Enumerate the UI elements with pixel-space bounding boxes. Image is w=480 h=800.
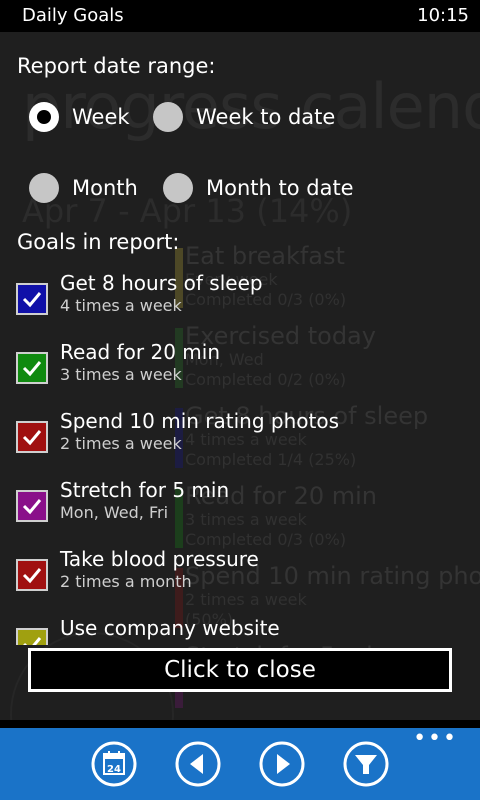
goal-name: Take blood pressure	[60, 547, 259, 571]
close-button[interactable]: Click to close	[28, 648, 452, 692]
goal-name: Spend 10 min rating photos	[60, 409, 340, 433]
goal-checkbox[interactable]	[16, 283, 48, 315]
goal-checkbox[interactable]	[16, 352, 48, 384]
more-options-button[interactable]: •••	[413, 728, 458, 750]
goal-frequency: 2 times a week	[60, 434, 182, 453]
radio-week[interactable]: Week	[29, 102, 130, 132]
goal-checkbox-item[interactable]: Spend 10 min rating photos 2 times a wee…	[16, 408, 466, 474]
checkmark-icon	[22, 361, 42, 377]
goal-checkbox[interactable]	[16, 628, 48, 645]
goal-checkbox[interactable]	[16, 421, 48, 453]
app-bar: 24 •••	[0, 728, 480, 800]
goal-checkbox[interactable]	[16, 559, 48, 591]
next-button[interactable]	[259, 741, 305, 787]
radio-month-to-date[interactable]: Month to date	[163, 173, 354, 203]
radio-label: Week	[72, 105, 130, 129]
goal-checkbox-item[interactable]: Read for 20 min 3 times a week	[16, 339, 466, 405]
goal-checkbox-item[interactable]: Take blood pressure 2 times a month	[16, 546, 466, 612]
app-title: Daily Goals	[22, 5, 124, 26]
goal-name: Use company website	[60, 616, 280, 640]
goal-frequency: 4 times a week	[60, 296, 182, 315]
previous-button[interactable]	[175, 741, 221, 787]
radio-week-to-date[interactable]: Week to date	[153, 102, 335, 132]
goal-name: Get 8 hours of sleep	[60, 271, 263, 295]
radio-button-icon	[163, 173, 193, 203]
status-bar: Daily Goals 10:15	[0, 0, 480, 32]
filter-icon	[343, 741, 389, 787]
goal-frequency: 2 times a month	[60, 572, 192, 591]
previous-icon	[175, 741, 221, 787]
goal-checkbox-item[interactable]: Use company website	[16, 615, 466, 645]
checkmark-icon	[23, 637, 42, 645]
radio-button-icon	[29, 173, 59, 203]
radio-month[interactable]: Month	[29, 173, 138, 203]
checkmark-icon	[22, 499, 42, 515]
goal-checkbox-item[interactable]: Get 8 hours of sleep 4 times a week	[16, 270, 466, 336]
goal-frequency: Mon, Wed, Fri	[60, 503, 169, 522]
radio-label: Month to date	[206, 176, 354, 200]
calendar-button[interactable]: 24	[91, 741, 137, 787]
goal-checkbox-item[interactable]: Stretch for 5 min Mon, Wed, Fri	[16, 477, 466, 543]
filter-button[interactable]	[343, 741, 389, 787]
goal-name: Read for 20 min	[60, 340, 220, 364]
checkmark-icon	[22, 430, 42, 446]
checkmark-icon	[22, 568, 42, 584]
goal-checkbox[interactable]	[16, 490, 48, 522]
range-heading: Report date range:	[17, 54, 216, 78]
radio-label: Month	[72, 176, 138, 200]
calendar-day-number: 24	[107, 764, 121, 775]
radio-button-icon	[29, 102, 59, 132]
calendar-icon: 24	[91, 741, 137, 787]
goal-frequency: 3 times a week	[60, 365, 182, 384]
report-options-dialog: Report date range: Week Week to date Mon…	[0, 32, 480, 720]
next-icon	[259, 741, 305, 787]
radio-button-icon	[153, 102, 183, 132]
radio-label: Week to date	[196, 105, 336, 129]
goal-name: Stretch for 5 min	[60, 478, 230, 502]
clock: 10:15	[417, 5, 469, 26]
goals-heading: Goals in report:	[17, 230, 180, 254]
checkmark-icon	[22, 292, 42, 308]
